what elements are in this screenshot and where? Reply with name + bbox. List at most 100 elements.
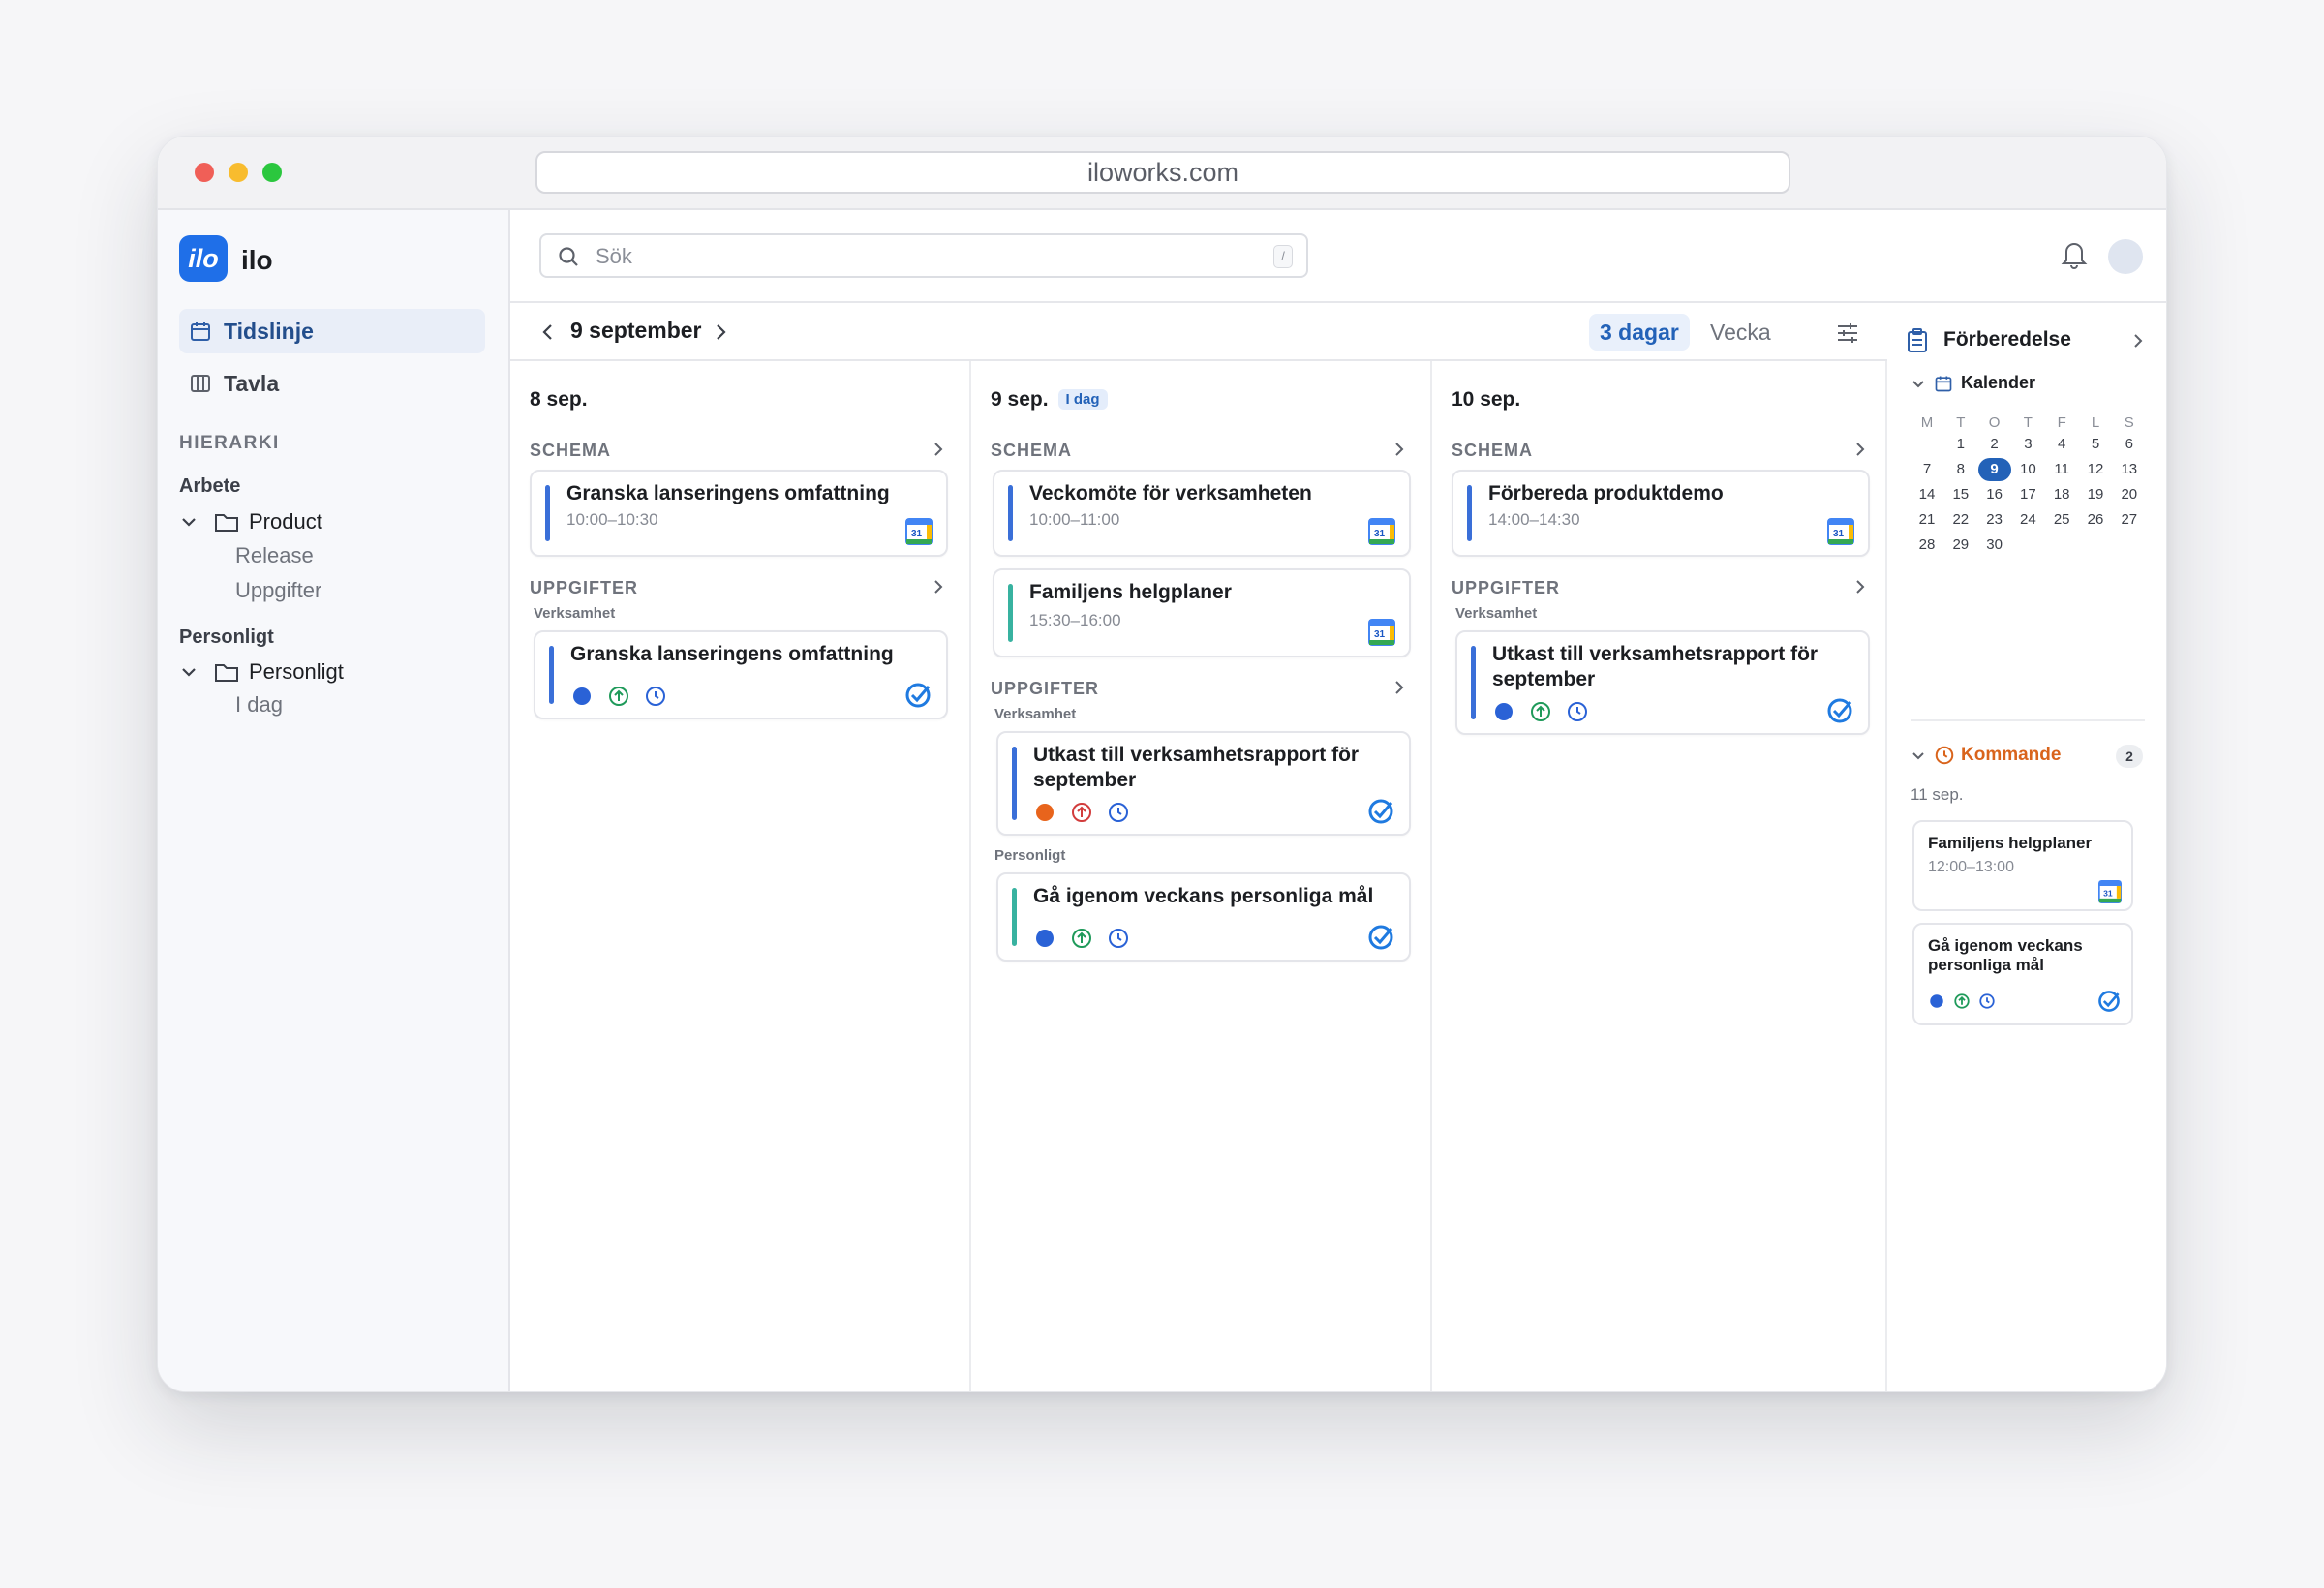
- event-card[interactable]: Förbereda produktdemo 14:00–14:30 31: [1452, 470, 1870, 557]
- nav-timeline[interactable]: Tidslinje: [179, 309, 485, 353]
- calendar-day[interactable]: 6: [2113, 433, 2146, 456]
- upcoming-count-badge: 2: [2116, 745, 2143, 768]
- chevron-right-icon[interactable]: [710, 321, 731, 344]
- calendar-day[interactable]: 27: [2113, 508, 2146, 532]
- priority-up-icon[interactable]: [1529, 700, 1552, 723]
- calendar-day[interactable]: 30: [1978, 534, 2011, 557]
- check-circle-icon[interactable]: [903, 681, 933, 710]
- chevron-down-icon[interactable]: [1911, 748, 1926, 764]
- event-card[interactable]: Granska lanseringens omfattning 10:00–10…: [530, 470, 948, 557]
- calendar-day[interactable]: 29: [1944, 534, 1977, 557]
- priority-up-icon[interactable]: [607, 685, 630, 708]
- app-logo: ilo: [179, 235, 228, 282]
- schedule-heading: SCHEMA: [530, 441, 612, 460]
- calendar-day[interactable]: 13: [2113, 458, 2146, 481]
- calendar-day[interactable]: 10: [2011, 458, 2044, 481]
- clock-icon[interactable]: [1107, 927, 1130, 950]
- calendar-day[interactable]: 20: [2113, 483, 2146, 506]
- check-circle-icon[interactable]: [1366, 923, 1395, 952]
- chevron-right-icon[interactable]: [1852, 578, 1868, 596]
- chevron-right-icon[interactable]: [1391, 679, 1407, 696]
- chevron-down-icon[interactable]: [179, 662, 199, 682]
- clock-orange-icon: [1935, 746, 1954, 765]
- calendar-day[interactable]: 24: [2011, 508, 2044, 532]
- task-card[interactable]: Utkast till verksamhetsrapport för septe…: [1455, 630, 1870, 735]
- tree-item-release[interactable]: Release: [235, 543, 314, 568]
- search-input[interactable]: Sök /: [539, 233, 1308, 278]
- chevron-right-icon[interactable]: [2131, 332, 2145, 350]
- priority-up-icon[interactable]: [1070, 801, 1093, 824]
- priority-up-icon[interactable]: [1070, 927, 1093, 950]
- event-card[interactable]: Familjens helgplaner 15:30–16:00 31: [993, 568, 1411, 657]
- tree-item-tasks[interactable]: Uppgifter: [235, 578, 321, 603]
- nav-board[interactable]: Tavla: [179, 361, 485, 406]
- calendar-day[interactable]: 5: [2079, 433, 2112, 456]
- bell-icon[interactable]: [2060, 237, 2089, 270]
- calendar-day[interactable]: 14: [1911, 483, 1943, 506]
- close-window-button[interactable]: [195, 163, 214, 182]
- chevron-left-icon[interactable]: [537, 321, 559, 344]
- check-circle-icon[interactable]: [1825, 696, 1854, 725]
- tree-item-today[interactable]: I dag: [235, 692, 283, 718]
- event-card[interactable]: Veckomöte för verksamheten 10:00–11:00 3…: [993, 470, 1411, 557]
- calendar-day[interactable]: 23: [1978, 508, 2011, 532]
- maximize-window-button[interactable]: [262, 163, 282, 182]
- view-week-button[interactable]: Vecka: [1699, 314, 1782, 351]
- minimize-window-button[interactable]: [229, 163, 248, 182]
- calendar-day[interactable]: 25: [2045, 508, 2078, 532]
- group-work[interactable]: Arbete: [179, 475, 240, 498]
- status-dot-icon[interactable]: [1033, 801, 1056, 824]
- calendar-day[interactable]: 15: [1944, 483, 1977, 506]
- calendar-day[interactable]: 7: [1911, 458, 1943, 481]
- calendar-day[interactable]: 21: [1911, 508, 1943, 532]
- group-personal[interactable]: Personligt: [179, 626, 274, 649]
- view-3-days-button[interactable]: 3 dagar: [1589, 314, 1690, 351]
- priority-up-icon[interactable]: [1953, 992, 1971, 1010]
- calendar-day[interactable]: 8: [1944, 458, 1977, 481]
- filter-icon[interactable]: [1835, 321, 1860, 346]
- chevron-right-icon[interactable]: [931, 578, 946, 596]
- upcoming-event-card[interactable]: Familjens helgplaner 12:00–13:00 31: [1912, 820, 2133, 911]
- task-card[interactable]: Granska lanseringens omfattning: [534, 630, 948, 719]
- check-circle-icon[interactable]: [2096, 989, 2122, 1014]
- chevron-down-icon[interactable]: [1911, 377, 1926, 392]
- user-avatar[interactable]: [2108, 239, 2143, 274]
- calendar-day[interactable]: 3: [2011, 433, 2044, 456]
- clock-icon[interactable]: [1107, 801, 1130, 824]
- chevron-right-icon[interactable]: [1852, 441, 1868, 458]
- calendar-day[interactable]: 2: [1978, 433, 2011, 456]
- address-bar[interactable]: iloworks.com: [535, 151, 1790, 194]
- calendar-day[interactable]: 16: [1978, 483, 2011, 506]
- calendar-day[interactable]: 19: [2079, 483, 2112, 506]
- calendar-day[interactable]: 18: [2045, 483, 2078, 506]
- status-dot-icon[interactable]: [1492, 700, 1515, 723]
- status-dot-icon[interactable]: [1033, 927, 1056, 950]
- sidebar: ilo ilo Tidslinje Tavla HIERARKI Arbete …: [158, 210, 510, 1391]
- svg-text:31: 31: [2103, 888, 2113, 898]
- task-card[interactable]: Gå igenom veckans personliga mål: [996, 872, 1411, 962]
- status-dot-icon[interactable]: [570, 685, 594, 708]
- status-dot-icon[interactable]: [1928, 992, 1945, 1010]
- schedule-heading: SCHEMA: [1452, 441, 1534, 460]
- upcoming-task-title: Gå igenom veckans personliga mål: [1928, 936, 2083, 974]
- calendar-day[interactable]: 12: [2079, 458, 2112, 481]
- clock-icon[interactable]: [1566, 700, 1589, 723]
- calendar-day[interactable]: 28: [1911, 534, 1943, 557]
- calendar-day-selected[interactable]: 9: [1977, 458, 2011, 481]
- clock-icon[interactable]: [644, 685, 667, 708]
- schedule-heading: SCHEMA: [991, 441, 1073, 460]
- upcoming-task-card[interactable]: Gå igenom veckans personliga mål: [1912, 923, 2133, 1025]
- calendar-day[interactable]: 1: [1944, 433, 1977, 456]
- event-time: 10:00–10:30: [566, 510, 658, 529]
- calendar-day[interactable]: 22: [1944, 508, 1977, 532]
- calendar-day[interactable]: 4: [2045, 433, 2078, 456]
- calendar-day[interactable]: 11: [2045, 458, 2078, 481]
- calendar-day[interactable]: 26: [2079, 508, 2112, 532]
- clock-icon[interactable]: [1978, 992, 1996, 1010]
- task-card[interactable]: Utkast till verksamhetsrapport för septe…: [996, 731, 1411, 836]
- chevron-right-icon[interactable]: [931, 441, 946, 458]
- calendar-day[interactable]: 17: [2011, 483, 2044, 506]
- chevron-right-icon[interactable]: [1391, 441, 1407, 458]
- check-circle-icon[interactable]: [1366, 797, 1395, 826]
- chevron-down-icon[interactable]: [179, 512, 199, 532]
